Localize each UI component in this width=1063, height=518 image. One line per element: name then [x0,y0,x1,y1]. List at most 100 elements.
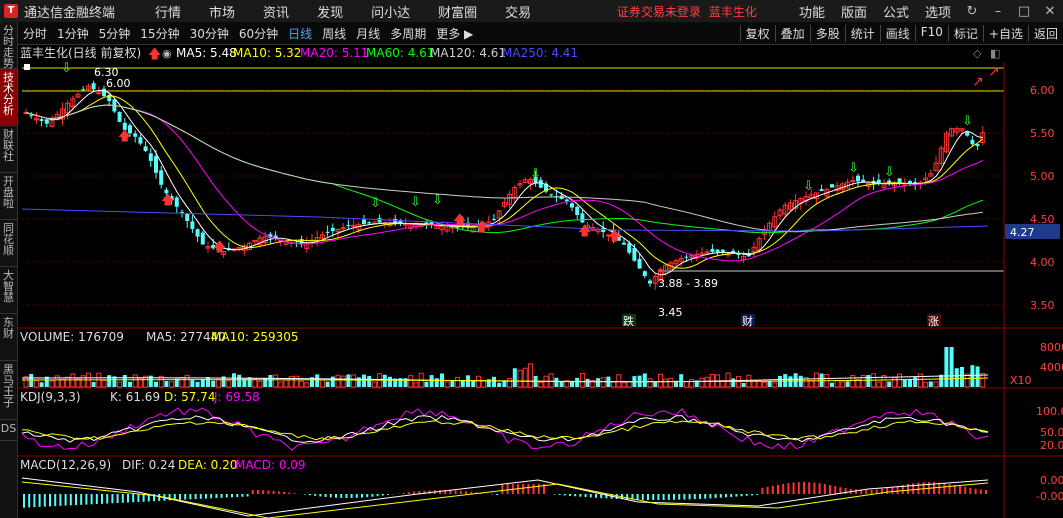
macd-bar [43,494,46,507]
period-multi[interactable]: 多周期 [385,25,431,42]
volume-bar [834,380,840,388]
volume-bar [278,381,284,388]
menu-market[interactable]: 市场 [195,2,249,21]
period-weekly[interactable]: 周线 [317,25,351,42]
volume-bar [304,382,310,388]
volume-bar [200,379,205,387]
macd-dif: DIF: 0.24 [122,458,175,472]
period-30min[interactable]: 30分钟 [185,25,234,42]
tool-f10-button[interactable]: F10 [914,24,948,42]
sidebar-tab-dazhihui[interactable]: 大智慧 [0,267,17,314]
minimize-icon[interactable]: – [985,4,1011,19]
kdj-tick-50: 50.00 [1040,426,1063,439]
volume-panel[interactable]: VOLUME: 176709 MA5: 277440 MA10: 259305 … [20,330,1063,388]
kdj-panel[interactable]: KDJ(9,3,3) K: 61.69 D: 57.74 J: 69.58 10… [20,390,1063,452]
period-monthly[interactable]: 月线 [351,25,385,42]
volume-bar [850,374,856,388]
period-15min[interactable]: 15分钟 [135,25,184,42]
volume-bar [59,378,65,388]
macd-bar [527,484,530,494]
sell-signal-icon: ⇩ [884,165,895,180]
macd-bar [366,494,369,498]
sidebar-tab-ds[interactable]: DS [0,420,17,441]
volume-bar [611,381,617,388]
diamond-icon[interactable]: ◇ [973,47,982,60]
menu-ask[interactable]: 问小达 [357,2,424,21]
macd-bar [979,489,982,494]
volume-bar [548,373,554,388]
tag-zhang[interactable]: 涨 [928,315,939,328]
sell-signal-icon: ⇩ [432,193,443,208]
candle-body [117,111,122,122]
volume-bar [475,375,481,388]
volume-bar [371,381,377,388]
sidebar-tab-intraday[interactable]: 分时走势 [0,22,17,69]
candle-body [133,133,138,137]
sidebar-tab-technical[interactable]: 技术分析 [0,69,17,126]
volume-bar [335,374,341,388]
macd-bar [101,494,103,504]
menu-quotes[interactable]: 行情 [141,2,195,21]
macd-dea-line [21,481,989,518]
tool-draw-button[interactable]: 画线 [879,24,915,42]
menu-layout[interactable]: 版面 [833,2,875,21]
menu-formula[interactable]: 公式 [875,2,917,21]
macd-bar [329,494,332,498]
volume-bar [471,380,476,387]
ma60-label: MA60: 4.61 [366,46,434,60]
sidebar-tab-kaipanla[interactable]: 开盘啦 [0,173,17,220]
tool-mark-button[interactable]: 标记 [947,24,983,42]
chart-area[interactable]: 蓝丰生化(日线 前复权) 🡅 ◉ MA5: 5.48 MA10: 5.32 MA… [18,44,1063,518]
refresh-icon[interactable]: ↻ [959,4,985,19]
tool-back-button[interactable]: 返回 [1027,24,1063,42]
candle-body [627,243,632,253]
login-status[interactable]: 证券交易未登录 [617,3,701,20]
tool-overlay-button[interactable]: 叠加 [774,24,810,42]
period-daily[interactable]: 日线 [283,25,317,42]
period-1min[interactable]: 1分钟 [52,25,94,42]
macd-panel[interactable]: MACD(12,26,9) DIF: 0.24 DEA: 0.20 MACD: … [20,458,1063,518]
macd-bar [355,494,358,498]
maximize-icon[interactable]: □ [1011,4,1037,19]
candle-body [819,189,824,192]
period-more[interactable]: 更多 ▶ [431,25,478,42]
tag-die[interactable]: 跌 [623,314,634,328]
period-intraday[interactable]: 分时 [18,25,52,42]
macd-bar [855,489,857,494]
tag-cai[interactable]: 财 [742,314,753,328]
candle-body [622,242,626,245]
close-icon[interactable]: ✕ [1037,4,1063,19]
sidebar-tab-cailianshe[interactable]: 财联社 [0,126,17,173]
volume-bar [689,379,695,388]
sidebar-tab-heimawangzi[interactable]: 黑马王子 [0,361,17,420]
tool-stats-button[interactable]: 统计 [844,24,880,42]
macd-bar [215,494,218,499]
formula-toggle-icon[interactable]: ◉ [162,47,172,60]
macd-bar [922,482,925,494]
menu-wealth[interactable]: 财富圈 [424,2,491,21]
tool-add-favorite-button[interactable]: +自选 [982,24,1028,42]
volume-bar [788,376,793,387]
menu-function[interactable]: 功能 [791,2,833,21]
menu-options[interactable]: 选项 [917,2,959,21]
menu-news[interactable]: 资讯 [249,2,303,21]
macd-bar [683,494,686,500]
period-60min[interactable]: 60分钟 [234,25,283,42]
volume-bar [891,377,897,388]
candlestick-series [23,80,986,290]
sidebar-tab-dongcai[interactable]: 东财 [0,314,17,361]
macd-bar [80,494,83,505]
candle-body [195,229,200,237]
macd-bar [803,482,805,494]
period-5min[interactable]: 5分钟 [94,25,136,42]
tool-adjust-button[interactable]: 复权 [739,24,775,42]
macd-label: MACD(12,26,9) [20,458,111,472]
sidebar-tab-tonghuashun[interactable]: 同花顺 [0,220,17,267]
macd-bar [761,487,764,494]
panel-toggle-icon[interactable]: ◧ [990,47,1000,60]
macd-bar [943,483,946,494]
menu-trade[interactable]: 交易 [491,2,545,21]
menu-discover[interactable]: 发现 [303,2,357,21]
macd-bar [574,494,577,497]
tool-multi-stock-button[interactable]: 多股 [809,24,845,42]
